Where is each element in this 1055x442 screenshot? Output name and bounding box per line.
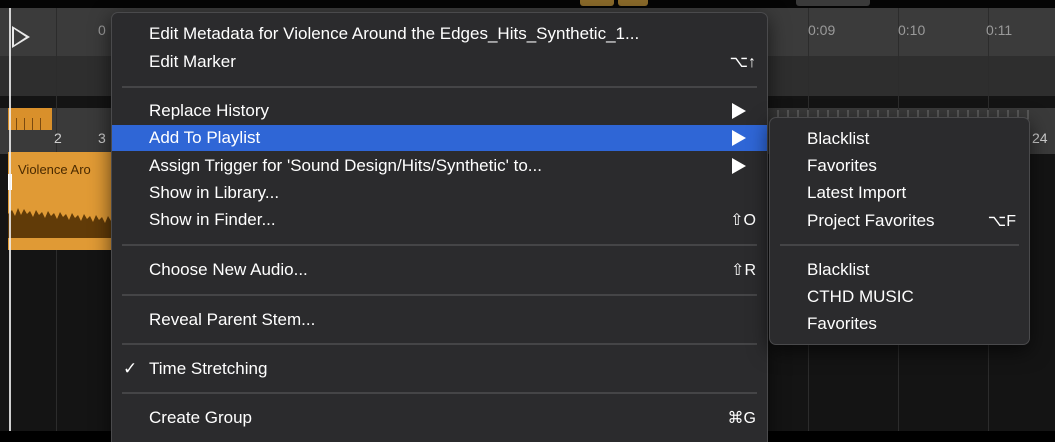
submenu-item-favorites[interactable]: Favorites bbox=[775, 153, 1024, 179]
ruler-label: 0:10 bbox=[898, 22, 926, 38]
menu-item-shortcut: ⌥↑ bbox=[729, 54, 756, 71]
menu-item-label: Edit Metadata for Violence Around the Ed… bbox=[149, 24, 640, 43]
menu-item-label: Latest Import bbox=[807, 183, 907, 202]
menu-item-create-group[interactable]: Create Group ⌘G bbox=[117, 405, 762, 431]
menu-item-replace-history[interactable]: Replace History bbox=[117, 98, 762, 124]
menu-item-label: Reveal Parent Stem... bbox=[149, 310, 316, 329]
menu-item-label: Show in Finder... bbox=[149, 210, 276, 229]
menu-item-shortcut: ⌘G bbox=[727, 410, 756, 427]
checkmark-icon: ✓ bbox=[123, 359, 138, 378]
menu-item-edit-metadata[interactable]: Edit Metadata for Violence Around the Ed… bbox=[117, 21, 762, 47]
top-strip-segment bbox=[580, 0, 614, 6]
top-strip-segment bbox=[796, 0, 870, 6]
menu-item-choose-new-audio[interactable]: Choose New Audio... ⇧R bbox=[117, 257, 762, 283]
playhead-line[interactable] bbox=[9, 8, 11, 431]
menu-separator bbox=[780, 244, 1019, 246]
menu-item-time-stretching[interactable]: ✓ Time Stretching bbox=[117, 356, 762, 382]
submenu-item-favorites[interactable]: Favorites bbox=[775, 311, 1024, 337]
menu-item-label: Show in Library... bbox=[149, 183, 280, 202]
menu-item-assign-trigger[interactable]: Assign Trigger for 'Sound Design/Hits/Sy… bbox=[117, 153, 762, 179]
bar-number: 2 bbox=[54, 130, 62, 146]
menu-item-label: Blacklist bbox=[807, 129, 870, 148]
menu-item-label: Add To Playlist bbox=[149, 128, 261, 147]
submenu-item-blacklist[interactable]: Blacklist bbox=[775, 126, 1024, 152]
menu-item-show-in-finder[interactable]: Show in Finder... ⇧O bbox=[117, 207, 762, 233]
menu-item-edit-marker[interactable]: Edit Marker ⌥↑ bbox=[117, 49, 762, 75]
menu-item-show-in-library[interactable]: Show in Library... bbox=[117, 180, 762, 206]
submenu-arrow-icon bbox=[732, 158, 746, 174]
playlist-submenu: Blacklist Favorites Latest Import Projec… bbox=[769, 117, 1030, 345]
menu-item-label: Project Favorites bbox=[807, 211, 935, 230]
menu-item-label: CTHD MUSIC bbox=[807, 287, 914, 306]
menu-item-shortcut: ⌥F bbox=[987, 213, 1016, 230]
context-menu: Edit Metadata for Violence Around the Ed… bbox=[111, 12, 768, 442]
menu-separator bbox=[122, 86, 757, 88]
menu-item-label: Replace History bbox=[149, 101, 269, 120]
waveform bbox=[8, 208, 118, 238]
ruler-label: 0:09 bbox=[808, 22, 836, 38]
audio-clip[interactable]: Violence Aro bbox=[8, 152, 118, 250]
ruler-label: 0:11 bbox=[986, 22, 1013, 38]
menu-item-label: Blacklist bbox=[807, 260, 870, 279]
submenu-arrow-icon bbox=[732, 103, 746, 119]
top-strip-segment bbox=[618, 0, 648, 6]
clip-title: Violence Aro bbox=[18, 162, 91, 177]
clip-region-marker[interactable] bbox=[8, 108, 52, 130]
menu-item-label: Favorites bbox=[807, 314, 877, 333]
bar-number: 24 bbox=[1032, 130, 1048, 146]
submenu-item-latest-import[interactable]: Latest Import bbox=[775, 180, 1024, 206]
submenu-item-cthd-music[interactable]: CTHD MUSIC bbox=[775, 284, 1024, 310]
submenu-arrow-icon bbox=[732, 130, 746, 146]
menu-separator bbox=[122, 244, 757, 246]
ruler-label: 0 bbox=[98, 22, 106, 38]
menu-item-label: Create Group bbox=[149, 408, 252, 427]
submenu-item-blacklist[interactable]: Blacklist bbox=[775, 257, 1024, 283]
playhead-icon[interactable] bbox=[12, 26, 30, 48]
menu-item-label: Favorites bbox=[807, 156, 877, 175]
menu-separator bbox=[122, 392, 757, 394]
submenu-item-project-favorites[interactable]: Project Favorites ⌥F bbox=[775, 208, 1024, 234]
menu-item-label: Time Stretching bbox=[149, 359, 268, 378]
menu-item-label: Edit Marker bbox=[149, 52, 236, 71]
menu-item-shortcut: ⇧R bbox=[731, 262, 756, 279]
menu-separator bbox=[122, 343, 757, 345]
menu-item-add-to-playlist[interactable]: Add To Playlist bbox=[112, 125, 767, 151]
menu-item-label: Choose New Audio... bbox=[149, 260, 308, 279]
top-strip bbox=[0, 0, 1055, 8]
menu-item-shortcut: ⇧O bbox=[730, 212, 756, 229]
menu-item-reveal-parent-stem[interactable]: Reveal Parent Stem... bbox=[117, 307, 762, 333]
menu-separator bbox=[122, 294, 757, 296]
bar-number: 3 bbox=[98, 130, 106, 146]
menu-item-label: Assign Trigger for 'Sound Design/Hits/Sy… bbox=[149, 156, 542, 175]
